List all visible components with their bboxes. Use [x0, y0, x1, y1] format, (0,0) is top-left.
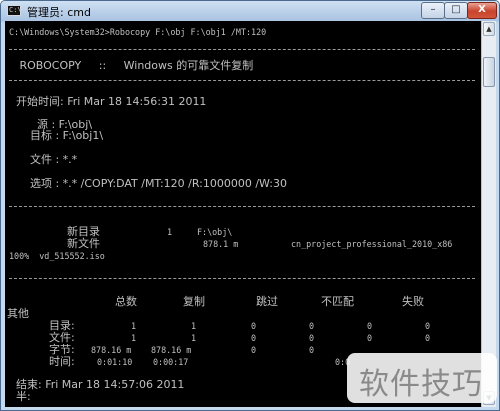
separator-line [9, 49, 475, 50]
scroll-thumb[interactable] [483, 57, 495, 87]
new-dir-path: F:\obj\ [197, 227, 233, 237]
vertical-scrollbar[interactable]: ▲ ▼ [481, 21, 496, 407]
header-skipped: 跳过 [256, 295, 278, 308]
stat-value: 0 [309, 345, 315, 355]
stat-value: 0 [425, 333, 431, 343]
start-time: 开始时间: Fri Mar 18 14:56:31 2011 [9, 95, 207, 108]
new-file-label: 新文件 [67, 237, 100, 250]
files-filter: 文件 : *.* [9, 153, 78, 166]
header-total: 总数 [115, 295, 137, 308]
stat-value: 0 [251, 321, 257, 331]
stat-value: 0:00:17 [153, 357, 189, 367]
title-bar[interactable]: C:\ 管理员: cmd – □ X [1, 1, 499, 21]
new-dir-count: 1 [167, 227, 173, 237]
close-button[interactable]: X [467, 2, 497, 19]
header-failed: 失败 [402, 295, 424, 308]
watermark-logo: 软件技巧 [347, 353, 497, 403]
window-title: 管理员: cmd [27, 6, 91, 19]
progress-line: 100% vd_515552.iso [9, 251, 105, 261]
stat-value: 0 [425, 321, 431, 331]
new-file-name: cn_project_professional_2010_x86 [291, 239, 453, 249]
cmd-window: C:\ 管理员: cmd – □ X C:\Windows\System32>R… [0, 0, 500, 411]
row-label-times: 时间: [49, 355, 75, 368]
options-line: 选项 : *.* /COPY:DAT /MT:120 /R:1000000 /W… [9, 177, 287, 190]
header-copied: 复制 [183, 295, 205, 308]
stat-value: 0 [251, 333, 257, 343]
stat-value: 0 [367, 333, 373, 343]
separator-line [9, 206, 475, 207]
stat-value: 1 [191, 321, 197, 331]
stat-value: 1 [131, 321, 137, 331]
cmd-icon: C:\ [7, 5, 22, 16]
stat-value: 1 [131, 333, 137, 343]
half-label: 半: [9, 390, 31, 403]
end-time: 结束: Fri Mar 18 14:57:06 2011 [9, 378, 185, 391]
stat-value: 878.16 m [91, 345, 132, 355]
stat-value: 0 [309, 321, 315, 331]
header-mismatch: 不匹配 [321, 295, 354, 308]
separator-line [9, 80, 475, 81]
stat-value: 0:01:10 [97, 357, 133, 367]
console-output[interactable]: C:\Windows\System32>Robocopy F:\obj F:\o… [5, 21, 481, 407]
stat-value: 1 [191, 333, 197, 343]
separator-line [9, 278, 475, 279]
command-line: C:\Windows\System32>Robocopy F:\obj F:\o… [9, 27, 267, 37]
maximize-button[interactable]: □ [444, 2, 468, 19]
header-extras: 其他 [7, 307, 29, 320]
stat-value: 0 [251, 345, 257, 355]
stat-value: 878.16 m [151, 345, 192, 355]
scroll-up-icon[interactable]: ▲ [483, 22, 495, 36]
new-file-size: 878.1 m [203, 239, 239, 249]
robocopy-banner: ROBOCOPY :: Windows 的可靠文件复制 [9, 59, 254, 72]
minimize-button[interactable]: – [421, 2, 445, 19]
dest-path: 目标 : F:\obj1\ [9, 129, 104, 142]
stat-value: 0 [367, 321, 373, 331]
stat-value: 0 [309, 333, 315, 343]
watermark-text: 软件技巧 [359, 367, 483, 402]
